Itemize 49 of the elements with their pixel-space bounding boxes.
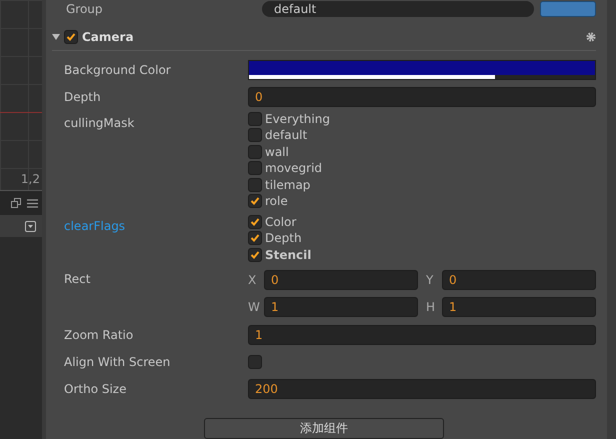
- property-label: Background Color: [63, 63, 172, 77]
- option-label: wall: [265, 144, 289, 159]
- checkbox[interactable]: [248, 214, 262, 229]
- checkbox[interactable]: [248, 194, 262, 208]
- number-field[interactable]: 0: [264, 270, 418, 290]
- option-label: role: [265, 194, 288, 208]
- axis-label: H: [426, 300, 434, 314]
- checkbox[interactable]: [64, 30, 78, 44]
- number-field[interactable]: 0: [248, 87, 596, 107]
- option-label: Color: [265, 214, 296, 229]
- checkbox[interactable]: [248, 128, 262, 142]
- checkbox[interactable]: [248, 112, 262, 126]
- option-label: Depth: [265, 231, 302, 246]
- checkbox[interactable]: [248, 144, 262, 159]
- number-field[interactable]: 1: [264, 297, 418, 317]
- property-label: Rect: [63, 271, 92, 286]
- number-field[interactable]: 1: [442, 297, 596, 317]
- property-label: Align With Screen: [63, 354, 172, 368]
- window-restore-icon[interactable]: [11, 198, 21, 208]
- number-field[interactable]: 1: [248, 324, 596, 344]
- checkbox[interactable]: [248, 248, 262, 262]
- checkbox[interactable]: [248, 178, 262, 192]
- option-label: movegrid: [265, 161, 322, 176]
- property-label: Ortho Size: [63, 382, 128, 396]
- property-label: Depth: [63, 90, 102, 104]
- property-label: clearFlags: [63, 218, 126, 232]
- option-label: Stencil: [265, 248, 312, 262]
- option-label: Everything: [265, 112, 330, 126]
- number-field[interactable]: 0: [442, 270, 596, 290]
- axis-label: X: [248, 273, 256, 287]
- component-title: Camera: [82, 30, 135, 44]
- group-dropdown[interactable]: default: [262, 1, 534, 17]
- property-label: cullingMask: [63, 114, 136, 130]
- dropdown-icon[interactable]: [25, 220, 36, 232]
- checkbox[interactable]: [248, 231, 262, 246]
- checkbox[interactable]: [248, 354, 262, 368]
- add-component-button[interactable]: 添加组件: [204, 418, 444, 439]
- property-label: Group: [65, 2, 104, 16]
- gear-icon[interactable]: [586, 32, 596, 42]
- menu-icon[interactable]: [27, 198, 38, 208]
- property-label: Zoom Ratio: [63, 328, 134, 342]
- axis-label: Y: [426, 273, 434, 287]
- option-label: default: [265, 128, 308, 142]
- color-swatch[interactable]: [248, 60, 596, 80]
- checkbox[interactable]: [248, 161, 262, 176]
- ruler-label: 1,2: [20, 172, 41, 188]
- number-field[interactable]: 200: [248, 378, 596, 398]
- option-label: tilemap: [265, 178, 310, 192]
- expand-arrow-icon[interactable]: [52, 32, 60, 41]
